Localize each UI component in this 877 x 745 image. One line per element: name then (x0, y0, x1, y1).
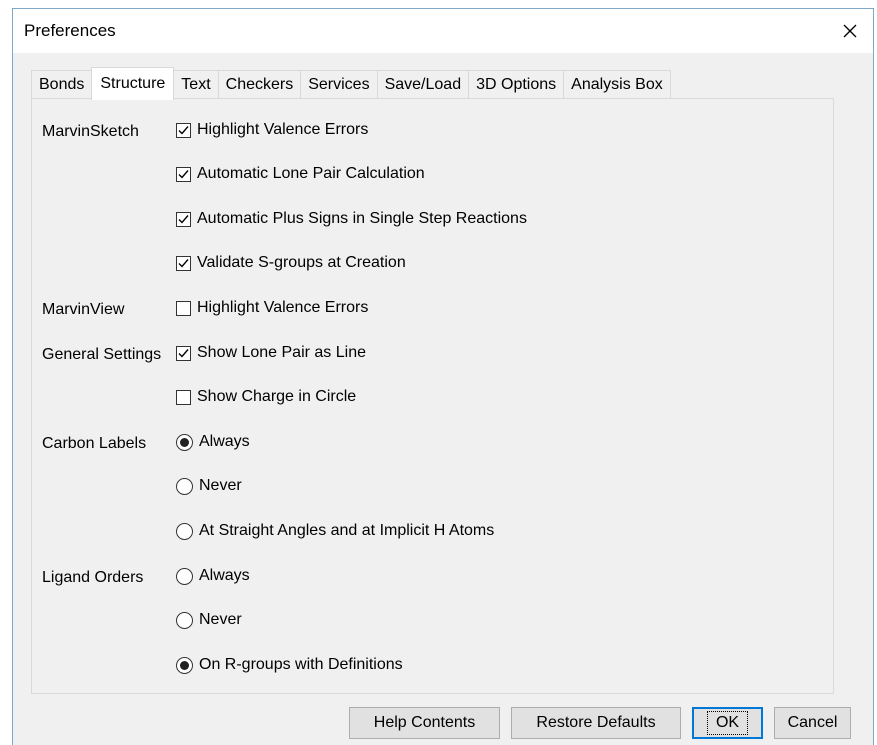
tab-services[interactable]: Services (300, 70, 378, 99)
radio-lo-never[interactable]: Never (176, 611, 242, 629)
help-contents-button[interactable]: Help Contents (349, 707, 500, 739)
radio-cl-never[interactable]: Never (176, 477, 242, 495)
radio-lo-always[interactable]: Always (176, 567, 250, 585)
group-label-marvinsketch: MarvinSketch (42, 123, 139, 140)
checkmark-icon (178, 348, 189, 358)
radio-circle[interactable] (176, 656, 193, 674)
checkbox-mv-highlight-valence[interactable]: Highlight Valence Errors (176, 299, 368, 317)
dialog-button-row: Help Contents Restore Defaults OK Cancel (349, 707, 862, 739)
checkbox-box[interactable] (176, 300, 191, 316)
checkmark-icon (178, 125, 189, 135)
tab-save-load[interactable]: Save/Load (376, 70, 470, 99)
checkbox-label: Automatic Plus Signs in Single Step Reac… (197, 210, 527, 227)
tab-text[interactable]: Text (173, 70, 219, 99)
checkbox-box[interactable] (176, 255, 191, 271)
checkbox-label: Highlight Valence Errors (197, 299, 369, 316)
checkbox-box[interactable] (176, 166, 191, 182)
window-title: Preferences (24, 21, 116, 40)
radio-selected-dot (180, 660, 189, 670)
checkbox-gs-lone-pair-line[interactable]: Show Lone Pair as Line (176, 344, 366, 362)
button-label: Cancel (787, 714, 838, 731)
checkbox-label: Highlight Valence Errors (197, 121, 369, 138)
close-button[interactable] (827, 9, 873, 53)
radio-label: Always (199, 567, 250, 584)
radio-label: Never (199, 477, 242, 494)
checkbox-gs-charge-circle[interactable]: Show Charge in Circle (176, 388, 356, 406)
checkbox-box[interactable] (176, 122, 191, 138)
checkbox-label: Show Charge in Circle (197, 388, 357, 405)
radio-label: Never (199, 611, 242, 628)
cancel-button[interactable]: Cancel (774, 707, 851, 739)
radio-lo-rgroups[interactable]: On R-groups with Definitions (176, 656, 403, 674)
radio-label: At Straight Angles and at Implicit H Ato… (199, 522, 495, 539)
structure-panel: MarvinSketch Highlight Valence Errors Au… (31, 98, 834, 694)
radio-cl-always[interactable]: Always (176, 433, 250, 451)
radio-circle[interactable] (176, 522, 193, 540)
radio-cl-straight-angles[interactable]: At Straight Angles and at Implicit H Ato… (176, 522, 494, 540)
ok-button[interactable]: OK (692, 707, 763, 739)
button-label: OK (706, 711, 749, 735)
restore-defaults-button[interactable]: Restore Defaults (511, 707, 681, 739)
checkbox-box[interactable] (176, 389, 191, 405)
tab-analysis-box[interactable]: Analysis Box (563, 70, 671, 99)
checkbox-box[interactable] (176, 211, 191, 227)
checkbox-label: Automatic Lone Pair Calculation (197, 165, 425, 182)
checkmark-icon (178, 169, 189, 179)
close-icon (843, 24, 857, 38)
radio-circle[interactable] (176, 567, 193, 585)
checkbox-box[interactable] (176, 345, 191, 361)
button-label: Restore Defaults (536, 714, 656, 731)
checkbox-ms-validate-sgroups[interactable]: Validate S-groups at Creation (176, 254, 406, 272)
radio-circle[interactable] (176, 611, 193, 629)
radio-label: Always (199, 433, 250, 450)
checkbox-ms-auto-lone-pair[interactable]: Automatic Lone Pair Calculation (176, 165, 425, 183)
group-label-marvinview: MarvinView (42, 301, 125, 318)
checkbox-ms-highlight-valence[interactable]: Highlight Valence Errors (176, 121, 368, 139)
radio-label: On R-groups with Definitions (199, 656, 403, 673)
tab-bonds[interactable]: Bonds (31, 70, 93, 99)
button-label: Help Contents (373, 714, 476, 731)
title-bar: Preferences (13, 9, 873, 53)
radio-circle[interactable] (176, 433, 193, 451)
checkbox-label: Validate S-groups at Creation (197, 254, 406, 271)
tab-checkers[interactable]: Checkers (217, 70, 302, 99)
tab-structure[interactable]: Structure (91, 67, 175, 100)
group-label-ligand-orders: Ligand Orders (42, 569, 144, 586)
checkmark-icon (178, 258, 189, 268)
tab-3d-options[interactable]: 3D Options (468, 70, 565, 99)
preferences-window: Preferences Bonds Structure Text Checker… (12, 8, 874, 745)
group-label-general-settings: General Settings (42, 346, 162, 363)
radio-selected-dot (180, 437, 189, 447)
tab-strip: Bonds Structure Text Checkers Services S… (31, 67, 671, 100)
radio-circle[interactable] (176, 477, 193, 495)
checkbox-ms-auto-plus-signs[interactable]: Automatic Plus Signs in Single Step Reac… (176, 210, 527, 228)
group-label-carbon-labels: Carbon Labels (42, 435, 147, 452)
checkmark-icon (178, 214, 189, 224)
checkbox-label: Show Lone Pair as Line (197, 344, 366, 361)
